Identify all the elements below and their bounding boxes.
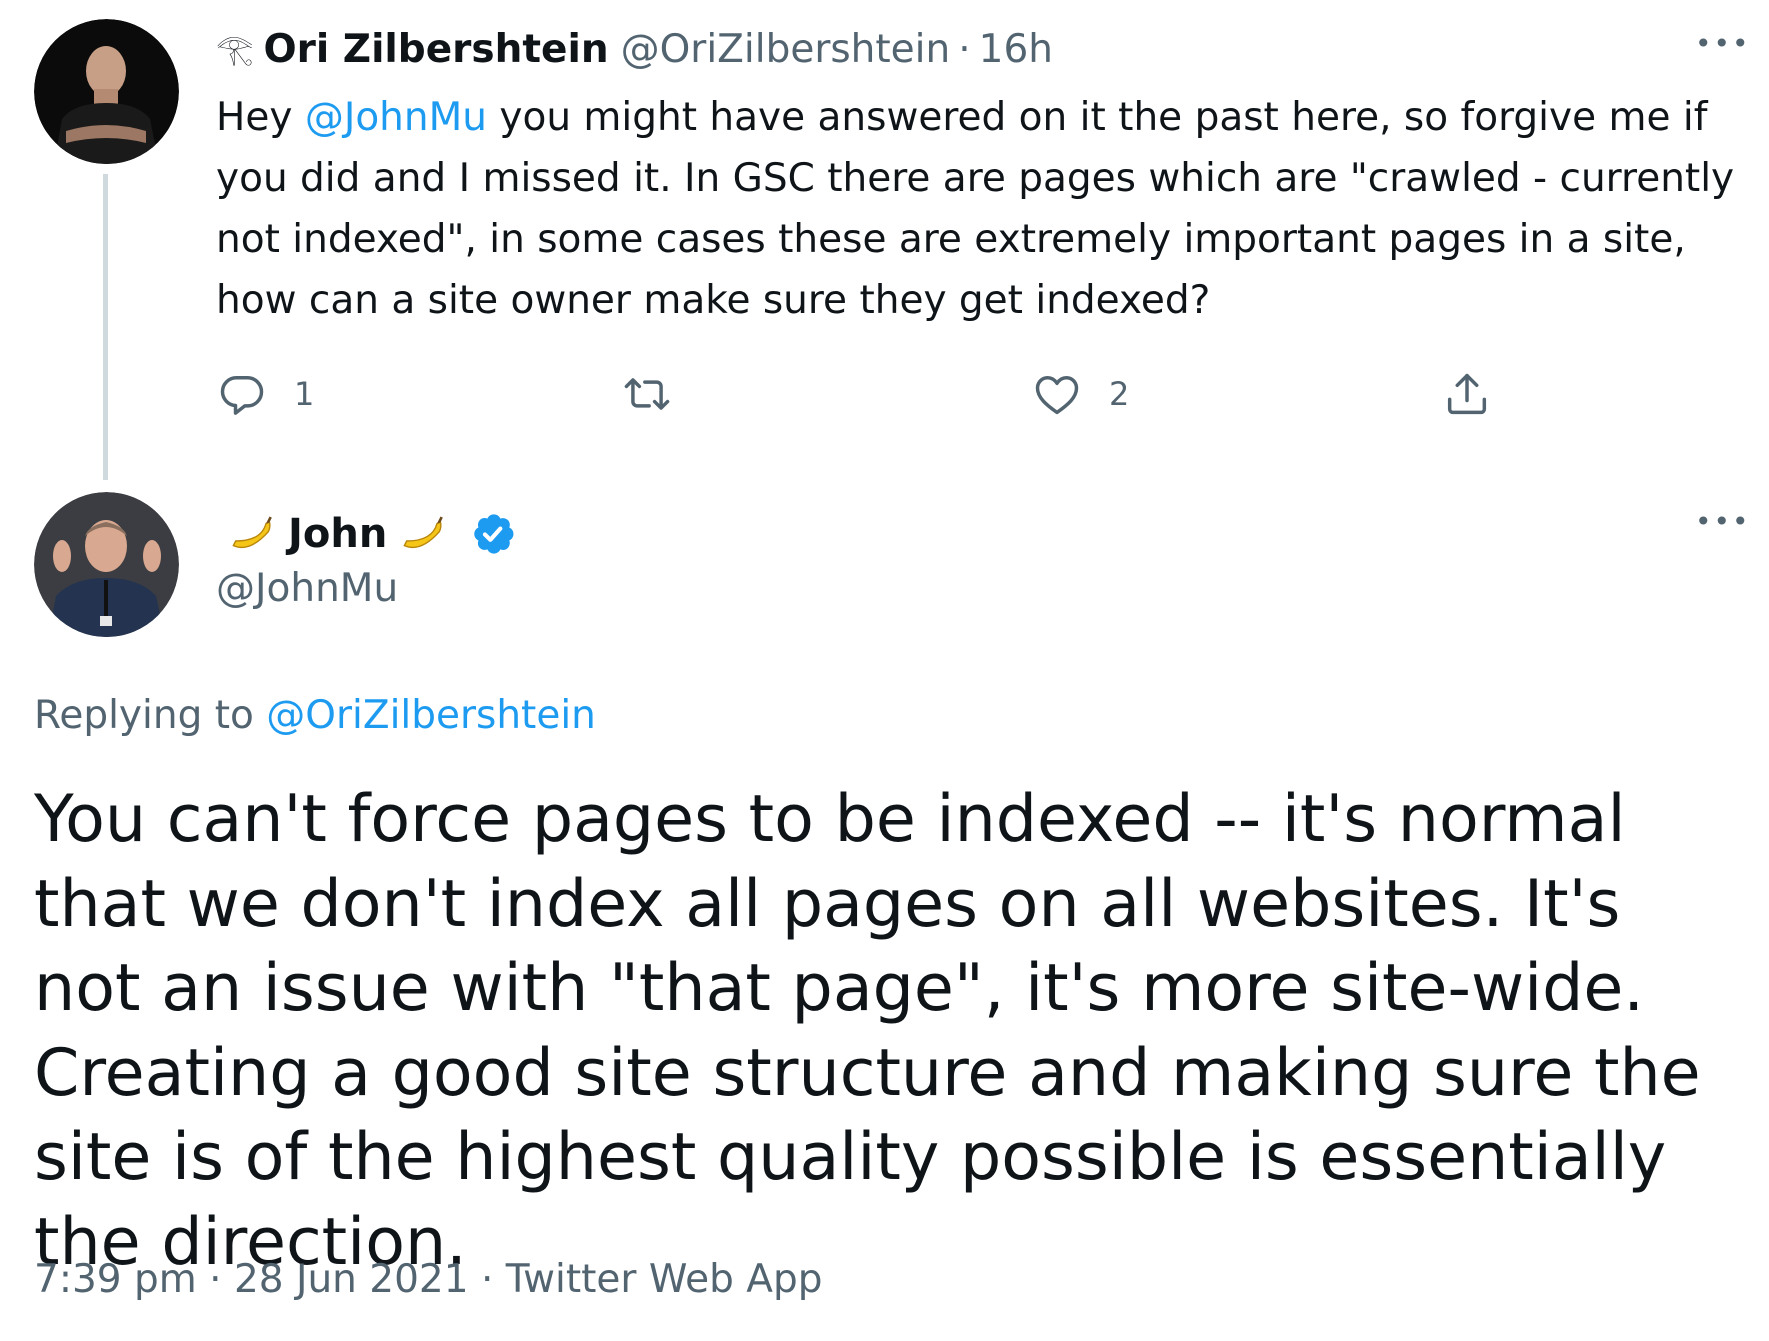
tweet1-time[interactable]: 16h	[979, 22, 1053, 78]
replying-prefix: Replying to	[34, 693, 267, 738]
avatar-ori[interactable]	[34, 19, 179, 164]
reply-count: 1	[294, 375, 315, 413]
meta-separator: ·	[468, 1257, 506, 1302]
share-icon	[1447, 373, 1487, 415]
banana-icon	[403, 516, 444, 549]
tweet2-text: You can't force pages to be indexed -- i…	[34, 782, 1701, 1280]
like-button[interactable]: 2	[1031, 364, 1129, 424]
share-button[interactable]	[1441, 364, 1493, 424]
tweet2-handle[interactable]: @JohnMu	[216, 566, 398, 611]
more-options-icon[interactable]: •••	[1695, 508, 1751, 536]
reply-bubble-icon	[220, 376, 264, 415]
tweet2-source[interactable]: Twitter Web App	[506, 1257, 823, 1302]
tweet2-date[interactable]: 28 Jun 2021	[234, 1257, 469, 1302]
avatar-john[interactable]	[34, 492, 179, 637]
tweet1-text-start: Hey	[216, 95, 305, 140]
tweet1-header: 𓂀 Ori Zilbershtein @OriZilbershtein · 16…	[216, 22, 1053, 78]
eye-of-horus-icon: 𓂀	[216, 32, 254, 67]
banana-icon	[232, 516, 272, 549]
tweet2-time[interactable]: 7:39 pm	[34, 1257, 197, 1302]
tweet1-handle[interactable]: @OriZilbershtein	[621, 22, 951, 78]
verified-badge-icon	[474, 514, 514, 554]
meta-separator: ·	[196, 1257, 234, 1302]
reply-button[interactable]: 1	[216, 364, 314, 424]
tweet2-author-name-row[interactable]: John	[216, 502, 517, 566]
mention-link[interactable]: @JohnMu	[305, 95, 487, 140]
tweet1-text: Hey @JohnMu you might have answered on i…	[216, 87, 1746, 331]
tweet2-meta: 7:39 pm · 28 Jun 2021 · Twitter Web App	[34, 1257, 822, 1302]
heart-icon	[1035, 376, 1079, 415]
tweet1-separator: ·	[958, 27, 971, 72]
tweet1-action-bar: 1 2	[216, 364, 1516, 424]
tweet2-author-name[interactable]: John	[288, 511, 387, 557]
retweet-icon	[624, 378, 670, 410]
thread-connector-line	[103, 174, 108, 480]
like-count: 2	[1109, 375, 1130, 413]
more-options-icon[interactable]: •••	[1695, 30, 1751, 58]
replying-to-link[interactable]: @OriZilbershtein	[266, 693, 596, 738]
retweet-button[interactable]	[621, 364, 699, 424]
replying-to-line: Replying to @OriZilbershtein	[34, 693, 596, 738]
tweet1-author-name[interactable]: Ori Zilbershtein	[263, 22, 608, 78]
